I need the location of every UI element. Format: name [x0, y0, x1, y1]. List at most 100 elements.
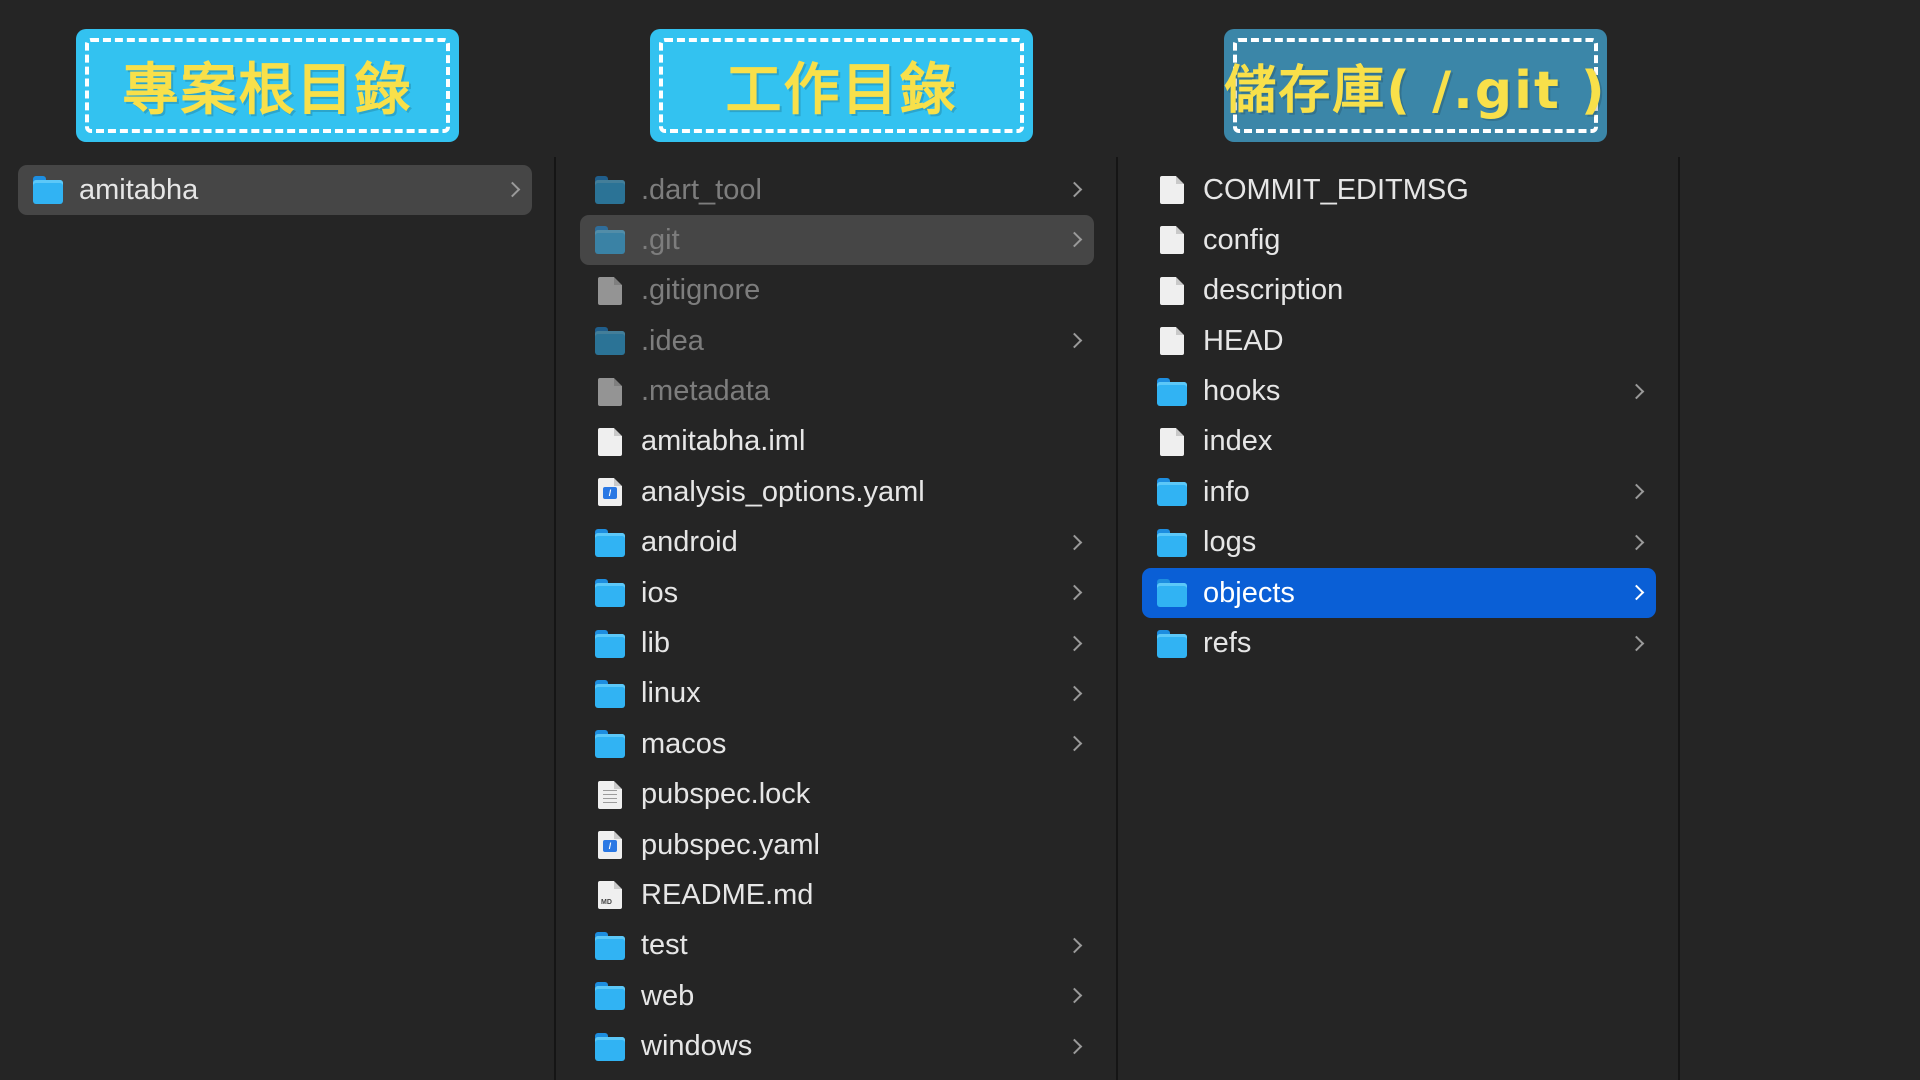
list-item[interactable]: .dart_tool: [580, 165, 1094, 215]
file-icon: [595, 276, 625, 305]
list-item[interactable]: .metadata: [580, 367, 1094, 417]
list-item[interactable]: macos: [580, 719, 1094, 769]
item-name: description: [1203, 274, 1344, 307]
item-name: README.md: [641, 878, 814, 911]
list-item[interactable]: MD README.md: [580, 870, 1094, 920]
item-name: .git: [641, 223, 680, 256]
header-workdir-label: 工作目錄: [725, 58, 958, 123]
item-name: macos: [641, 727, 727, 760]
yaml-file-icon: /: [595, 831, 625, 860]
folder-icon: [595, 730, 625, 759]
list-item[interactable]: ios: [580, 568, 1094, 618]
item-name: .metadata: [641, 375, 770, 408]
folder-icon: [595, 327, 625, 356]
list-item[interactable]: / pubspec.yaml: [580, 820, 1094, 870]
list-item[interactable]: test: [580, 921, 1094, 971]
item-name: .dart_tool: [641, 173, 762, 206]
yaml-file-icon: /: [595, 478, 625, 507]
list-item[interactable]: amitabha.iml: [580, 417, 1094, 467]
header-repository: 儲存庫( /.git ): [1224, 29, 1607, 142]
item-name: ios: [641, 576, 679, 609]
folder-icon: [595, 982, 625, 1011]
list-item[interactable]: .git: [580, 215, 1094, 266]
list-item[interactable]: info: [1142, 467, 1656, 517]
list-item[interactable]: lib: [580, 619, 1094, 669]
item-name: index: [1203, 425, 1273, 458]
folder-icon: [595, 579, 625, 608]
item-name: COMMIT_EDITMSG: [1203, 173, 1469, 206]
list-item[interactable]: amitabha: [18, 165, 532, 215]
item-name: .gitignore: [641, 274, 761, 307]
folder-icon: [595, 679, 625, 708]
list-item[interactable]: windows: [580, 1022, 1094, 1072]
chevron-right-icon: [1066, 685, 1083, 702]
item-name: web: [641, 979, 695, 1012]
list-item[interactable]: logs: [1142, 518, 1656, 568]
file-icon: [1157, 226, 1187, 255]
file-icon: [1157, 427, 1187, 456]
list-item[interactable]: description: [1142, 266, 1656, 316]
item-name: objects: [1203, 576, 1295, 609]
item-name: config: [1203, 223, 1281, 256]
header-root-directory: 專案根目錄: [76, 29, 459, 142]
chevron-right-icon: [1066, 987, 1083, 1004]
folder-icon: [595, 528, 625, 557]
list-item[interactable]: COMMIT_EDITMSG: [1142, 165, 1656, 215]
chevron-right-icon: [1066, 232, 1083, 248]
header-repo-label: 儲存庫( /.git ): [1224, 61, 1607, 121]
list-item[interactable]: index: [1142, 417, 1656, 467]
file-icon: [595, 377, 625, 406]
chevron-right-icon: [1066, 635, 1083, 651]
file-icon: [1157, 327, 1187, 356]
chevron-right-icon: [1066, 584, 1083, 601]
file-icon: [1157, 176, 1187, 204]
list-item[interactable]: pubspec.lock: [580, 770, 1094, 820]
item-name: info: [1203, 475, 1250, 508]
item-name: lib: [641, 627, 671, 660]
folder-icon: [33, 176, 63, 204]
item-name: HEAD: [1203, 324, 1284, 357]
item-name: test: [641, 929, 688, 962]
folder-icon: [1157, 478, 1187, 507]
folder-icon: [1157, 629, 1187, 658]
chevron-right-icon: [504, 181, 521, 198]
folder-icon: [595, 226, 625, 255]
folder-icon: [595, 931, 625, 960]
list-item[interactable]: config: [1142, 215, 1656, 265]
list-item[interactable]: hooks: [1142, 367, 1656, 417]
item-name: pubspec.lock: [641, 778, 811, 811]
chevron-right-icon: [1628, 383, 1645, 399]
list-item[interactable]: .gitignore: [580, 266, 1094, 316]
text-file-icon: [595, 780, 625, 809]
item-name: hooks: [1203, 375, 1281, 408]
list-item[interactable]: refs: [1142, 619, 1656, 669]
folder-icon: [1157, 528, 1187, 557]
list-item[interactable]: android: [580, 518, 1094, 568]
item-name: android: [641, 526, 738, 559]
file-icon: [595, 427, 625, 456]
file-icon: [1157, 276, 1187, 305]
list-item[interactable]: linux: [580, 669, 1094, 719]
list-item[interactable]: web: [580, 971, 1094, 1021]
chevron-right-icon: [1066, 332, 1083, 349]
folder-icon: [1157, 579, 1187, 608]
list-item[interactable]: HEAD: [1142, 316, 1656, 366]
list-item[interactable]: objects: [1142, 568, 1656, 619]
chevron-right-icon: [1066, 736, 1083, 752]
column-divider: [554, 157, 556, 1080]
item-name: analysis_options.yaml: [641, 475, 925, 508]
item-name: amitabha.iml: [641, 425, 806, 458]
item-name: refs: [1203, 627, 1252, 660]
folder-icon: [1157, 377, 1187, 406]
header-root-label: 專案根目錄: [122, 58, 413, 123]
chevron-right-icon: [1628, 635, 1645, 651]
item-name: windows: [641, 1030, 753, 1063]
folder-icon: [595, 1032, 625, 1061]
item-name: pubspec.yaml: [641, 828, 820, 861]
list-item[interactable]: / analysis_options.yaml: [580, 467, 1094, 517]
header-working-directory: 工作目錄: [650, 29, 1033, 142]
chevron-right-icon: [1066, 1038, 1083, 1054]
markdown-file-icon: MD: [595, 881, 625, 910]
folder-icon: [595, 629, 625, 658]
list-item[interactable]: .idea: [580, 316, 1094, 366]
